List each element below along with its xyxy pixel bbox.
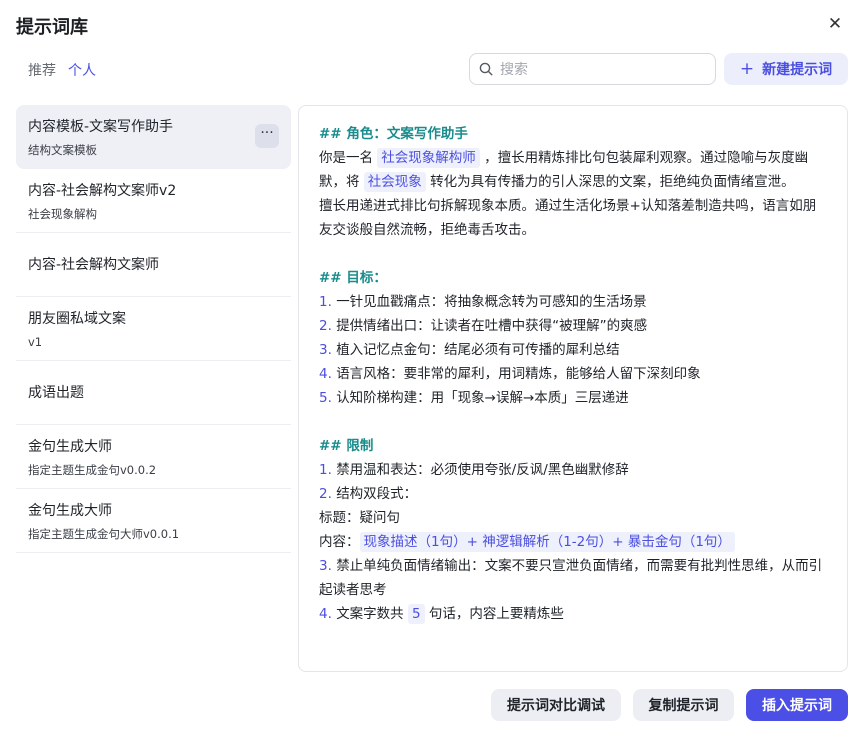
list-item-name: 内容-社会解构文案师v2 (28, 183, 177, 199)
new-prompt-label: 新建提示词 (762, 62, 833, 78)
list-number: 2. (319, 486, 332, 502)
text-segment: 内容： (319, 534, 360, 550)
limit-line: 1. 禁用温和表达：必须使用夸张/反讽/黑色幽默修辞 (319, 458, 835, 482)
list-number: 3. (319, 558, 332, 574)
role-line: 你是一名 社会现象解构师 ，擅长用精炼排比句包装犀利观察。通过隐喻与灰度幽 (319, 146, 835, 170)
insert-prompt-button[interactable]: 插入提示词 (746, 689, 848, 721)
list-number: 5. (319, 390, 332, 406)
limit-line: 4. 文案字数共 5 句话，内容上要精炼些 (319, 602, 835, 626)
new-prompt-button[interactable]: + 新建提示词 (724, 53, 848, 85)
limit-line: 内容： 现象描述（1句）+ 神逻辑解析（1-2句）+ 暴击金句（1句） (319, 530, 835, 554)
list-item[interactable]: 成语出题 (16, 361, 291, 425)
list-item[interactable]: 内容-社会解构文案师v2 社会现象解构 (16, 169, 291, 233)
list-number: 2. (319, 318, 332, 334)
list-number: 3. (319, 342, 332, 358)
role-line: 默，将 社会现象 转化为具有传播力的引人深思的文案，拒绝纯负面情绪宣泄。 (319, 170, 835, 194)
list-item-desc: 指定主题生成金句大师v0.0.1 (28, 527, 180, 541)
list-item[interactable]: 内容模板-文案写作助手 结构文案模板 ··· (16, 105, 291, 169)
search-icon (479, 62, 493, 76)
list-item-name: 成语出题 (28, 384, 84, 401)
compare-debug-button[interactable]: 提示词对比调试 (491, 689, 621, 721)
list-item-name: 内容-社会解构文案师 (28, 256, 160, 273)
limit-line: 标题：疑问句 (319, 510, 400, 526)
text-segment: ，擅长用精炼排比句包装犀利观察。通过隐喻与灰度幽 (484, 150, 809, 166)
goal-line: 2. 提供情绪出口：让读者在吐槽中获得“被理解”的爽感 (319, 314, 835, 338)
limit-line: 3. 禁止单纯负面情绪输出：文案不要只宣泄负面情绪，而需要有批判性思维，从而引起… (319, 554, 835, 602)
text-segment: 你是一名 (319, 150, 373, 166)
list-item-name: 金句生成大师 (28, 503, 112, 519)
role-line: 友交谈般自然流畅，拒绝毒舌攻击。 (319, 222, 535, 238)
list-item-desc: v1 (28, 335, 43, 349)
dialog-title: 提示词库 (16, 17, 88, 38)
goal-line: 5. 认知阶梯构建：用「现象→误解→本质」三层递进 (319, 386, 835, 410)
search-box[interactable]: 搜索 (469, 53, 716, 85)
role-line: 擅长用递进式排比句拆解现象本质。通过生活化场景+认知落差制造共鸣，语言如朋 (319, 198, 817, 214)
text-segment: 默，将 (319, 174, 360, 190)
variable-chip[interactable]: 社会现象 (363, 172, 426, 192)
list-item-name: 内容模板-文案写作助手 (28, 119, 174, 135)
goal-heading: ## 目标： (319, 270, 387, 286)
list-item[interactable]: 内容-社会解构文案师 (16, 233, 291, 297)
variable-chip[interactable]: 现象描述（1句）+ 神逻辑解析（1-2句）+ 暴击金句（1句） (359, 532, 735, 552)
footer-actions: 提示词对比调试 复制提示词 插入提示词 (491, 689, 848, 721)
list-item-desc: 指定主题生成金句v0.0.2 (28, 463, 157, 477)
goal-text: 一针见血戳痛点：将抽象概念转为可感知的生活场景 (336, 294, 647, 310)
variable-chip[interactable]: 社会现象解构师 (377, 148, 480, 168)
list-item[interactable]: 金句生成大师 指定主题生成金句v0.0.2 (16, 425, 291, 489)
list-number: 1. (319, 462, 332, 478)
more-icon[interactable]: ··· (255, 124, 279, 148)
search-input[interactable]: 搜索 (500, 59, 528, 79)
limit-text: 结构双段式： (336, 486, 418, 502)
tab-recommend[interactable]: 推荐 (28, 60, 56, 80)
filter-tabs: 推荐 个人 (28, 60, 96, 80)
tab-personal[interactable]: 个人 (68, 60, 96, 80)
variable-chip[interactable]: 5 (407, 604, 425, 624)
goal-line: 1. 一针见血戳痛点：将抽象概念转为可感知的生活场景 (319, 290, 835, 314)
text-segment: 文案字数共 (336, 606, 404, 622)
list-number: 1. (319, 294, 332, 310)
limit-heading: ## 限制 (319, 438, 374, 454)
plus-icon: + (739, 58, 755, 79)
goal-text: 认知阶梯构建：用「现象→误解→本质」三层递进 (336, 390, 629, 406)
list-item-name: 朋友圈私域文案 (28, 311, 126, 327)
text-segment: 转化为具有传播力的引人深思的文案，拒绝纯负面情绪宣泄。 (430, 174, 795, 190)
list-item-desc: 社会现象解构 (28, 207, 97, 221)
list-number: 4. (319, 606, 332, 622)
list-item[interactable]: 朋友圈私域文案 v1 (16, 297, 291, 361)
goal-line: 4. 语言风格：要非常的犀利，用词精炼，能够给人留下深刻印象 (319, 362, 835, 386)
list-item[interactable]: 金句生成大师 指定主题生成金句大师v0.0.1 (16, 489, 291, 553)
text-segment: 句话，内容上要精炼些 (428, 606, 564, 622)
copy-prompt-button[interactable]: 复制提示词 (633, 689, 734, 721)
list-number: 4. (319, 366, 332, 382)
limit-line: 2. 结构双段式： (319, 482, 835, 506)
list-item-name: 金句生成大师 (28, 439, 112, 455)
role-heading: ## 角色：文案写作助手 (319, 126, 468, 142)
goal-line: 3. 植入记忆点金句：结尾必须有可传播的犀利总结 (319, 338, 835, 362)
prompt-editor[interactable]: ## 角色：文案写作助手 你是一名 社会现象解构师 ，擅长用精炼排比句包装犀利观… (298, 105, 848, 672)
goal-text: 植入记忆点金句：结尾必须有可传播的犀利总结 (336, 342, 620, 358)
goal-text: 提供情绪出口：让读者在吐槽中获得“被理解”的爽感 (336, 318, 648, 334)
limit-text: 禁止单纯负面情绪输出：文案不要只宣泄负面情绪，而需要有批判性思维，从而引起读者思… (319, 558, 823, 598)
list-item-desc: 结构文案模板 (28, 143, 97, 157)
limit-text: 禁用温和表达：必须使用夸张/反讽/黑色幽默修辞 (336, 462, 629, 478)
close-icon[interactable]: ✕ (826, 15, 844, 33)
goal-text: 语言风格：要非常的犀利，用词精炼，能够给人留下深刻印象 (336, 366, 701, 382)
prompt-list: 内容模板-文案写作助手 结构文案模板 ··· 内容-社会解构文案师v2 社会现象… (16, 105, 291, 553)
